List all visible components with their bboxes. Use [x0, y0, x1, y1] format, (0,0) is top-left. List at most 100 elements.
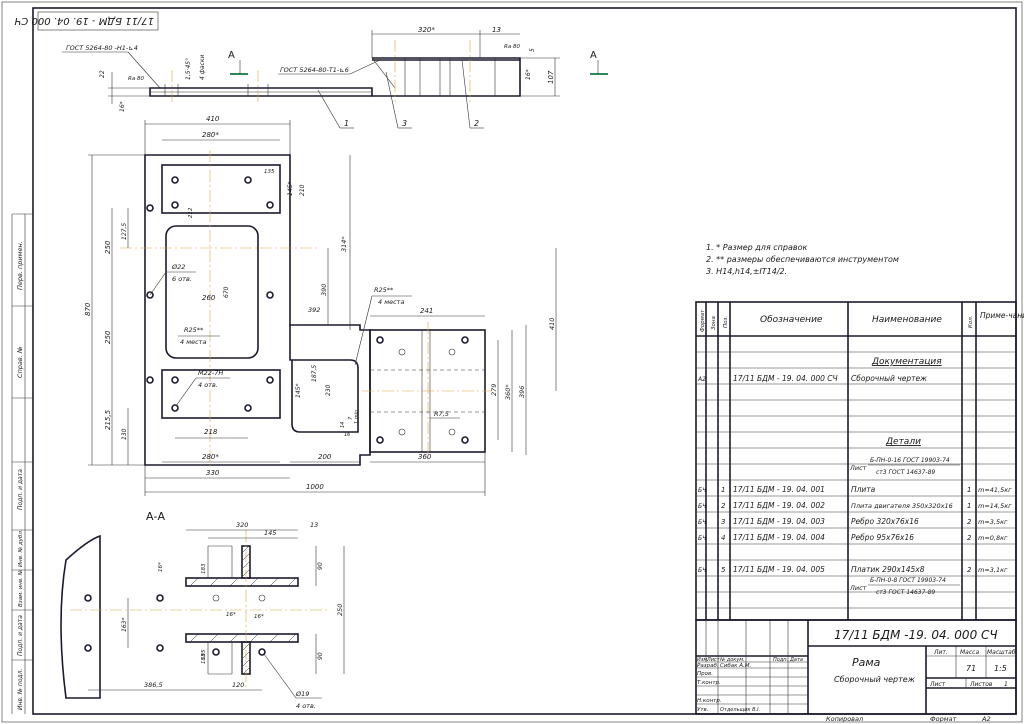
hdr-name: Наименование	[872, 315, 942, 325]
svg-text:Плита двигателя 350х320х16: Плита двигателя 350х320х16	[851, 502, 953, 510]
tv-dim-4-faski: 4 фаски	[199, 55, 206, 80]
tv-dim-107: 107	[547, 70, 555, 84]
tb-razrab-name: Сибак А.М.	[720, 663, 752, 669]
dim-260: 260	[202, 294, 216, 302]
hdr-zone: Зона	[711, 316, 717, 330]
dim-670: 670	[223, 286, 230, 298]
svg-text:БЧ: БЧ	[698, 567, 706, 574]
sec-dim-320: 320	[236, 521, 248, 529]
view-marker-right: А	[590, 50, 597, 61]
dim-4-otv: 4 отв.	[198, 381, 218, 389]
svg-text:4: 4	[721, 534, 725, 542]
svg-text:17/11 БДМ - 19. 04. 004: 17/11 БДМ - 19. 04. 004	[733, 533, 825, 542]
sec-dim-163: 163*	[121, 618, 128, 632]
dim-230: 230	[325, 384, 332, 396]
tb-prov: Пров.	[697, 671, 713, 677]
sec-dim-90b: 90	[317, 652, 324, 660]
sec-dim-183: 183	[201, 563, 207, 574]
sec-dim-250: 250	[336, 604, 344, 616]
tv-dim-320: 320*	[418, 26, 435, 34]
sec-dim-16c: 16*	[226, 612, 236, 618]
dim-215-5: 215,5	[104, 409, 112, 430]
tb-sheet: Лист	[929, 681, 946, 688]
rotated-code: 17/11 БДМ - 19. 04. 000 СЧ	[14, 15, 154, 26]
dim-330: 330	[206, 469, 220, 477]
svg-text:1: 1	[721, 486, 725, 494]
pad-top	[161, 164, 281, 214]
svg-text:1: 1	[967, 502, 971, 510]
tv-dim-chamfer: 1,5·45°	[185, 58, 192, 80]
spec-table: Формат Зона Поз. Обозначение Наименовани…	[695, 301, 1024, 621]
dim-16: 16	[344, 432, 350, 438]
dim-6-otv: 6 отв.	[172, 275, 192, 283]
svg-text:Плита: Плита	[851, 485, 876, 494]
svg-text:1: 1	[967, 486, 971, 494]
tb-data: Дата	[789, 657, 803, 663]
svg-text:17/11 БДМ - 19. 04. 003: 17/11 БДМ - 19. 04. 003	[733, 517, 825, 526]
dim-210: 210	[299, 184, 306, 196]
dim-410-right: 410	[548, 318, 556, 330]
svg-text:Платик 290х145х8: Платик 290х145х8	[851, 565, 925, 574]
dim-212: 212	[188, 207, 194, 218]
dim-127-5: 127,5	[121, 223, 128, 240]
title-block: Изм. Лист № докум. Подп. Дата Разраб. Си…	[695, 619, 1017, 715]
dim-r25b: R25**	[374, 286, 394, 294]
tv-ra-2: Ra 80	[128, 76, 144, 82]
note-3: 3. Н14,h14,±IT14/2.	[706, 267, 787, 276]
dim-14: 14	[340, 422, 346, 428]
tb-razrab: Разраб.	[697, 663, 719, 669]
dim-360b: 360	[418, 453, 432, 461]
side-sprav: Справ. №	[16, 346, 24, 378]
dim-360-right: 360*	[504, 384, 512, 400]
sec-dim-16b: 16*	[254, 614, 264, 620]
dim-d22: Ø22	[171, 263, 185, 271]
weld-note-left: ГОСТ 5264-80 -Н1-⊾4	[66, 44, 138, 52]
sec-dim-185: 185	[201, 649, 207, 660]
tb-nkontr: Н.контр.	[697, 698, 722, 704]
tv-dim-13: 13	[492, 26, 501, 34]
svg-text:17/11 БДМ - 19. 04. 002: 17/11 БДМ - 19. 04. 002	[733, 501, 825, 510]
footer-format: Формат	[930, 715, 957, 723]
dim-r7-5: R7,5	[434, 410, 449, 418]
sec-dim-386-5: 386,5	[144, 681, 163, 689]
tv-dim-16b: 16*	[119, 101, 126, 112]
footer-format-val: А2	[981, 715, 991, 723]
side-stamp: Перв. примен. Справ. № Подп. и дата Инв.…	[11, 213, 33, 714]
tb-sheets-val: 1	[1004, 681, 1008, 688]
tb-mass-val: 71	[966, 664, 976, 673]
notes: 1. * Размер для справок 2. ** размеры об…	[706, 243, 899, 276]
plan-view: 410 280* 870 250 250 215,5 127,5 130 135…	[84, 115, 557, 496]
svg-text:m=14,5кг: m=14,5кг	[978, 502, 1012, 510]
drawing-sheet: Перв. примен. Справ. № Подп. и дата Инв.…	[1, 1, 1024, 723]
svg-text:3: 3	[721, 518, 725, 526]
doc-format: А2	[697, 376, 706, 383]
weld-note-right: ГОСТ 5264-80-Т1-⊾6	[280, 66, 349, 74]
tb-podp: Подп.	[773, 657, 788, 663]
material1-bottom: ст3 ГОСТ 14637-89	[876, 469, 935, 476]
svg-text:17/11 БДМ - 19. 04. 001: 17/11 БДМ - 19. 04. 001	[733, 485, 825, 494]
svg-text:m=41,5кг: m=41,5кг	[978, 486, 1012, 494]
dim-314: 314*	[340, 236, 348, 252]
view-marker-left: А	[228, 50, 235, 61]
svg-text:БЧ: БЧ	[698, 535, 706, 542]
tb-name: Рама	[852, 656, 881, 669]
svg-text:2: 2	[967, 518, 972, 526]
side-vzam: Взам. инв. №	[18, 569, 24, 607]
note-1: 1. * Размер для справок	[706, 243, 807, 252]
svg-text:2: 2	[967, 566, 972, 574]
leader-2: 2	[474, 119, 479, 128]
tv-dim-5: 5	[529, 48, 536, 52]
sec-dim-120: 120	[232, 681, 244, 689]
svg-text:Ребро 95х76х16: Ребро 95х76х16	[851, 533, 914, 542]
doc-designation: 17/11 БДМ - 19. 04. 000 СЧ	[733, 374, 838, 383]
tb-mass: Масса	[960, 649, 979, 656]
side-podp-data-2: Подп. и дата	[17, 615, 24, 656]
svg-text:БЧ: БЧ	[698, 519, 706, 526]
svg-text:2: 2	[967, 534, 972, 542]
dim-4-mesta-a: 4 места	[180, 338, 206, 346]
dim-187-5: 187,5	[311, 365, 318, 382]
side-podp-data-1: Подп. и дата	[17, 469, 24, 510]
hdr-format: Формат	[700, 309, 706, 332]
sec-dim-145: 145	[264, 529, 276, 537]
tb-code: 17/11 БДМ -19. 04. 000 СЧ	[834, 628, 998, 642]
